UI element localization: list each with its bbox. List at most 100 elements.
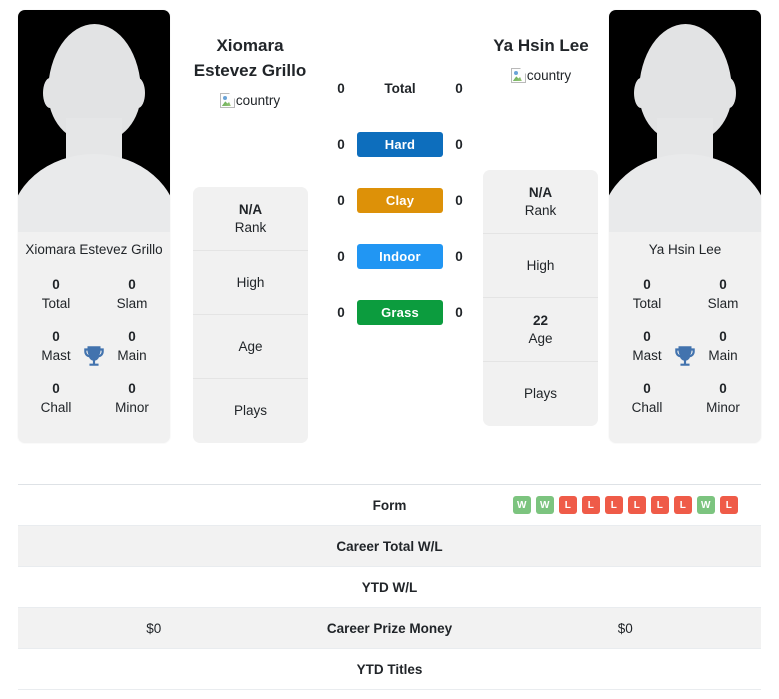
surface-right-count: 0	[455, 304, 463, 320]
broken-image-icon	[510, 68, 526, 83]
country-flag-left: country	[170, 93, 330, 108]
surface-left-count: 0	[337, 80, 345, 96]
player-photo-card-left[interactable]: Xiomara Estevez Grillo 0 Total 0 Slam 0 …	[18, 10, 170, 443]
title-stat-minor: 0 Minor	[94, 373, 170, 425]
info-label: Rank	[234, 219, 267, 235]
surface-pill-grass[interactable]: Grass	[357, 299, 443, 325]
form-badge-list: WWLLLLLLWL	[512, 496, 738, 514]
title-label: Slam	[116, 296, 148, 311]
form-badge-loss: L	[719, 496, 738, 514]
row-right-value: $0	[617, 620, 633, 636]
table-row: Form WWLLLLLLWL	[18, 485, 761, 526]
row-label: Career Prize Money	[326, 620, 453, 636]
surface-left-count: 0	[337, 304, 345, 320]
title-value: 0	[52, 381, 60, 396]
avatar-ear-left	[634, 78, 648, 108]
avatar-shoulders-shape	[609, 154, 761, 232]
title-label: Total	[41, 296, 71, 311]
row-right-value: WWLLLLLLWL	[490, 496, 762, 514]
surface-right-count: 0	[455, 136, 463, 152]
info-row-age: Age	[193, 315, 308, 379]
surface-right-count: 0	[455, 192, 463, 208]
player-avatar-right	[609, 10, 761, 232]
titles-grid-right: 0 Total 0 Slam 0 Mast 0 Main 0 Chall 0 M…	[609, 269, 761, 443]
stats-comparison-table: Form WWLLLLLLWL Career Total W/L YTD W/L…	[18, 484, 761, 690]
avatar-shoulders-shape	[18, 154, 170, 232]
info-label: Rank	[524, 202, 557, 218]
player-header-left: Xiomara Estevez Grillo country	[170, 33, 330, 108]
info-label: Age	[238, 338, 263, 354]
surface-total-label: Total	[384, 80, 416, 96]
title-label: Minor	[115, 400, 149, 415]
title-stat-chall: 0 Chall	[18, 373, 94, 425]
surface-left-count: 0	[337, 192, 345, 208]
form-badge-loss: L	[558, 496, 577, 514]
avatar-ear-right	[131, 78, 145, 108]
title-label: Chall	[631, 400, 663, 415]
info-label: High	[236, 274, 265, 290]
player-info-card-left: N/A Rank High Age Plays	[193, 187, 308, 443]
player-card-name-left: Xiomara Estevez Grillo	[25, 242, 163, 257]
surface-pill-hard[interactable]: Hard	[357, 131, 443, 157]
title-value: 0	[128, 277, 136, 292]
title-stat-total: 0 Total	[18, 269, 94, 321]
info-row-rank: N/A Rank	[193, 187, 308, 251]
avatar-ear-right	[722, 78, 736, 108]
surface-pill-clay[interactable]: Clay	[357, 187, 443, 213]
info-label: Plays	[523, 386, 557, 401]
surface-row-total: 0 Total 0	[320, 60, 480, 116]
title-label: Slam	[707, 296, 739, 311]
surface-pill-indoor[interactable]: Indoor	[357, 243, 443, 269]
form-badge-loss: L	[673, 496, 692, 514]
surface-left-count: 0	[337, 136, 345, 152]
info-row-high: High	[483, 234, 598, 298]
surface-right-count: 0	[455, 80, 463, 96]
player-info-card-right: N/A Rank High 22 Age Plays	[483, 170, 598, 426]
trophy-icon	[672, 343, 698, 369]
table-row: YTD W/L	[18, 567, 761, 608]
info-value: N/A	[528, 184, 553, 200]
row-label: Form	[372, 497, 407, 513]
broken-image-icon	[219, 93, 235, 108]
title-value: 0	[719, 277, 727, 292]
titles-grid-left: 0 Total 0 Slam 0 Mast 0 Main 0 Chall 0 M…	[18, 269, 170, 443]
form-badge-loss: L	[650, 496, 669, 514]
title-stat-slam: 0 Slam	[94, 269, 170, 321]
title-value: 0	[719, 381, 727, 396]
info-row-age: 22 Age	[483, 298, 598, 362]
table-row: $0 Career Prize Money $0	[18, 608, 761, 649]
surface-left-count: 0	[337, 248, 345, 264]
surface-comparison: 0 Total 0 0 Hard 0 0 Clay 0 0 Indoor 0 0	[320, 60, 480, 340]
title-stat-total: 0 Total	[609, 269, 685, 321]
form-badge-win: W	[512, 496, 531, 514]
country-flag-right: country	[461, 68, 621, 83]
form-badge-loss: L	[581, 496, 600, 514]
surface-row-clay: 0 Clay 0	[320, 172, 480, 228]
info-value: 22	[532, 312, 549, 328]
title-stat-minor: 0 Minor	[685, 373, 761, 425]
avatar-ear-left	[43, 78, 57, 108]
player-header-right: Ya Hsin Lee country	[461, 33, 621, 83]
row-label: YTD W/L	[361, 579, 418, 595]
table-row: YTD Titles	[18, 649, 761, 690]
info-value: N/A	[238, 201, 263, 217]
title-value: 0	[128, 381, 136, 396]
title-stat-slam: 0 Slam	[685, 269, 761, 321]
comparison-header: Xiomara Estevez Grillo 0 Total 0 Slam 0 …	[0, 0, 779, 480]
surface-row-grass: 0 Grass 0	[320, 284, 480, 340]
info-label: Age	[528, 330, 553, 346]
country-alt-text: country	[526, 68, 572, 83]
title-value: 0	[643, 277, 651, 292]
title-value: 0	[643, 381, 651, 396]
title-label: Minor	[706, 400, 740, 415]
row-label: Career Total W/L	[336, 538, 443, 554]
player-name-line-1: Xiomara	[216, 36, 284, 55]
trophy-icon	[81, 343, 107, 369]
player-photo-card-right[interactable]: Ya Hsin Lee 0 Total 0 Slam 0 Mast 0 Main	[609, 10, 761, 443]
title-label: Total	[632, 296, 662, 311]
form-badge-loss: L	[604, 496, 623, 514]
row-label: YTD Titles	[356, 661, 423, 677]
info-label: Plays	[233, 403, 267, 418]
surface-row-indoor: 0 Indoor 0	[320, 228, 480, 284]
player-comparison-page: Xiomara Estevez Grillo 0 Total 0 Slam 0 …	[0, 0, 779, 699]
